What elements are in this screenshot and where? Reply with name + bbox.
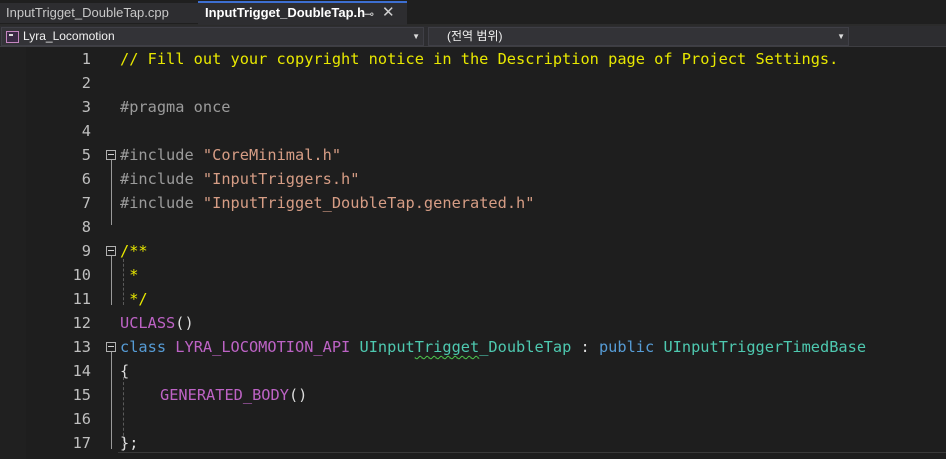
- code-line: 14 {: [0, 359, 946, 383]
- code-line: 5 #include "CoreMinimal.h": [0, 143, 946, 167]
- scope-dropdown[interactable]: (전역 범위) ▼: [428, 27, 849, 46]
- collapse-icon[interactable]: [106, 150, 116, 160]
- class-name-part: UInput: [359, 338, 415, 356]
- code-line: 13 class LYRA_LOCOMOTION_API UInputTrigg…: [0, 335, 946, 359]
- line-number: 1: [81, 50, 91, 68]
- class-keyword: class: [120, 338, 167, 356]
- code-line: 18: [0, 455, 946, 459]
- include-directive: #include: [120, 194, 194, 212]
- code-text: #pragma once: [120, 98, 231, 116]
- chevron-down-icon: ▼: [412, 32, 420, 41]
- line-number: 10: [72, 266, 91, 284]
- code-text: GENERATED_BODY(): [160, 383, 307, 407]
- line-number: 14: [72, 362, 91, 380]
- line-number: 6: [81, 170, 91, 188]
- tab-header-file-label: InputTrigget_DoubleTap.h: [205, 5, 366, 20]
- chevron-down-icon: ▼: [837, 32, 845, 41]
- include-path: "CoreMinimal.h": [202, 146, 342, 164]
- base-class-name: UInputTriggerTimedBase: [663, 338, 867, 356]
- api-macro: LYRA_LOCOMOTION_API: [175, 338, 351, 356]
- include-path: "InputTriggers.h": [202, 170, 360, 188]
- project-dropdown-label: Lyra_Locomotion: [23, 29, 115, 43]
- document-tab-bar: InputTrigget_DoubleTap.cpp InputTrigget_…: [0, 0, 946, 26]
- scope-dropdown-label: (전역 범위): [447, 29, 503, 43]
- include-directive: #include: [120, 170, 194, 188]
- line-number: 18: [73, 455, 91, 459]
- code-editor[interactable]: 1 // Fill out your copyright notice in t…: [0, 47, 946, 459]
- public-keyword: public: [598, 338, 655, 356]
- pin-icon[interactable]: ⊸: [364, 4, 374, 24]
- generated-body-macro: GENERATED_BODY: [160, 386, 289, 404]
- close-icon[interactable]: ✕: [382, 3, 395, 23]
- class-name-part: _DoubleTap: [479, 338, 572, 356]
- code-line: 11 */: [0, 287, 946, 311]
- line-number: 2: [81, 74, 91, 92]
- code-line: 8: [0, 215, 946, 239]
- line-number: 17: [72, 434, 91, 452]
- line-number: 11: [72, 290, 91, 308]
- tab-cpp-file[interactable]: InputTrigget_DoubleTap.cpp: [0, 3, 203, 23]
- code-text: {: [120, 362, 130, 380]
- code-line: 10 *: [0, 263, 946, 287]
- line-number: 9: [81, 242, 91, 260]
- code-line: 16: [0, 407, 946, 431]
- code-text: // Fill out your copyright notice in the…: [120, 50, 839, 68]
- code-text: */: [120, 290, 148, 308]
- code-line: 6 #include "InputTriggers.h": [0, 167, 946, 191]
- code-line: 12 UCLASS(): [0, 311, 946, 335]
- code-text: class LYRA_LOCOMOTION_API UInputTrigget_…: [120, 335, 866, 359]
- code-line: 9 /**: [0, 239, 946, 263]
- line-number: 7: [81, 194, 91, 212]
- line-number: 12: [72, 314, 91, 332]
- code-text: #include "InputTrigget_DoubleTap.generat…: [120, 191, 534, 215]
- code-text: /**: [120, 242, 148, 260]
- code-text: UCLASS(): [120, 311, 194, 335]
- code-line: 7 #include "InputTrigget_DoubleTap.gener…: [0, 191, 946, 215]
- cpp-project-icon: [6, 31, 19, 43]
- include-path: "InputTrigget_DoubleTap.generated.h": [202, 194, 535, 212]
- code-text: *: [120, 266, 139, 284]
- spelling-squiggle[interactable]: Trigget: [415, 338, 479, 356]
- line-number: 16: [72, 410, 91, 428]
- tab-cpp-file-label: InputTrigget_DoubleTap.cpp: [6, 5, 169, 20]
- tab-header-file[interactable]: InputTrigget_DoubleTap.h ⊸ ✕: [198, 1, 407, 25]
- code-line: 1 // Fill out your copyright notice in t…: [0, 47, 946, 71]
- scope-divider: [118, 452, 946, 453]
- line-number: 3: [81, 98, 91, 116]
- line-number: 4: [81, 122, 91, 140]
- code-line: 2: [0, 71, 946, 95]
- project-dropdown[interactable]: Lyra_Locomotion ▼: [1, 27, 424, 46]
- code-text: #include "CoreMinimal.h": [120, 143, 341, 167]
- navigation-bar: Lyra_Locomotion ▼ (전역 범위) ▼: [0, 26, 946, 47]
- inheritance-colon: :: [571, 338, 599, 356]
- uclass-macro: UCLASS: [120, 314, 176, 332]
- peek-definition-icon[interactable]: [932, 339, 946, 353]
- line-number: 5: [81, 146, 91, 164]
- collapse-icon[interactable]: [106, 342, 116, 352]
- code-line: 4: [0, 119, 946, 143]
- line-number: 15: [72, 386, 91, 404]
- code-line: 3 #pragma once: [0, 95, 946, 119]
- parentheses: (): [175, 314, 194, 332]
- line-number: 8: [81, 218, 91, 236]
- code-line: 15 GENERATED_BODY(): [0, 383, 946, 407]
- collapse-icon[interactable]: [106, 246, 116, 256]
- include-directive: #include: [120, 146, 194, 164]
- code-text: #include "InputTriggers.h": [120, 167, 359, 191]
- class-name: UInputTrigget_DoubleTap: [359, 338, 571, 356]
- parentheses: (): [288, 386, 308, 404]
- line-number: 13: [72, 338, 91, 356]
